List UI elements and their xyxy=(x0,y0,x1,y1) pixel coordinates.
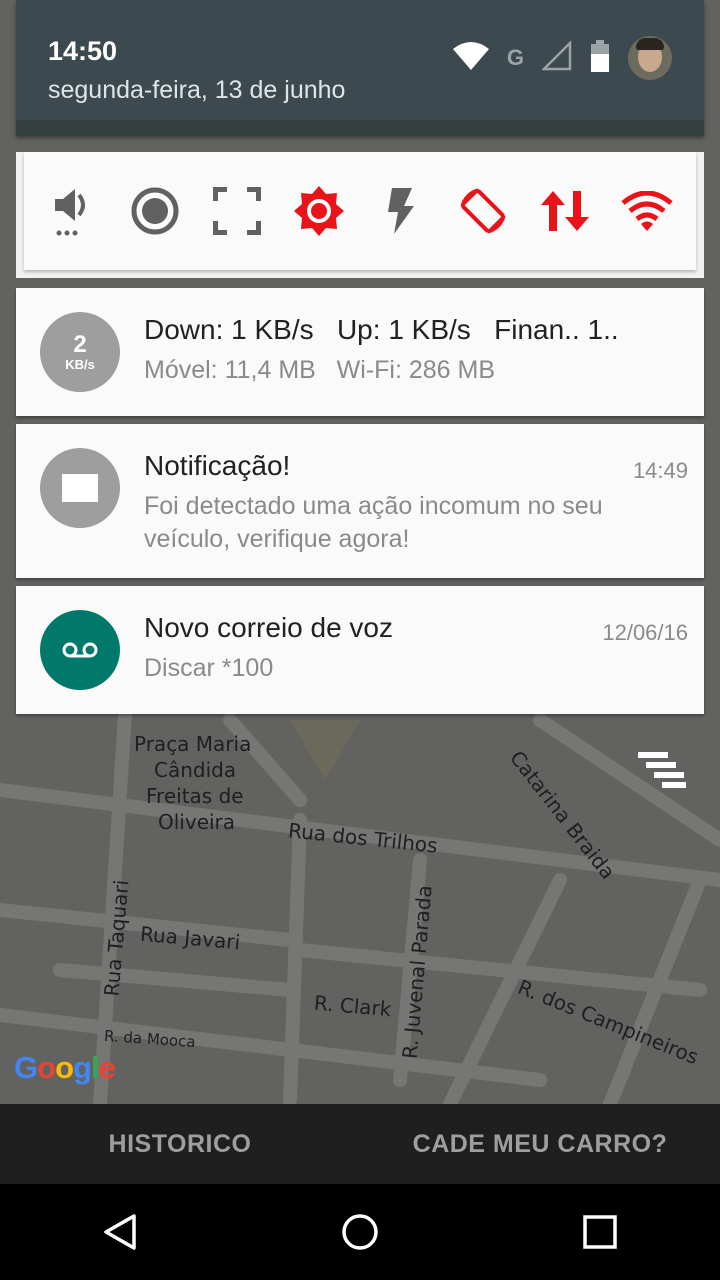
back-icon[interactable] xyxy=(80,1192,160,1272)
user-avatar[interactable] xyxy=(628,36,672,80)
speed-value: 2 xyxy=(73,330,87,358)
speed-text: Móvel: 11,4 MB Wi-Fi: 286 MB xyxy=(144,356,496,384)
notification-speed[interactable]: 2 KB/s Down: 1 KB/s Up: 1 KB/s Finan.. 1… xyxy=(16,288,704,416)
volume-icon[interactable] xyxy=(45,183,101,239)
rotate-icon[interactable] xyxy=(455,183,511,239)
battery-icon xyxy=(590,39,610,77)
google-logo: Google xyxy=(14,1050,116,1085)
record-icon[interactable] xyxy=(127,183,183,239)
notification-alert[interactable]: Notificação! 14:49 Foi detectado uma açã… xyxy=(16,424,704,578)
speed-title: Down: 1 KB/s Up: 1 KB/s Finan.. 1.. xyxy=(144,314,619,345)
system-navigation-bar xyxy=(0,1184,720,1280)
flash-icon[interactable] xyxy=(373,183,429,239)
map-label: Cândida xyxy=(154,758,237,782)
quick-settings-row xyxy=(24,152,696,270)
status-icons: G xyxy=(452,36,672,80)
voicemail-icon xyxy=(40,610,120,690)
header-strip xyxy=(16,120,704,136)
alert-line2: veículo, verifique agora! xyxy=(144,525,410,553)
signal-icon xyxy=(540,39,572,76)
date-label[interactable]: segunda-feira, 13 de junho xyxy=(48,76,345,105)
alert-title: Notificação! xyxy=(144,450,291,481)
home-icon[interactable] xyxy=(320,1192,400,1272)
speed-unit: KB/s xyxy=(65,356,95,372)
map-label: Freitas de xyxy=(146,784,244,808)
network-type-label: G xyxy=(506,45,524,70)
data-transfer-icon[interactable] xyxy=(537,183,593,239)
app-bottom-bar: HISTORICO CADE MEU CARRO? xyxy=(0,1104,720,1184)
voicemail-text: Discar *100 xyxy=(144,654,274,682)
speed-icon: 2 KB/s xyxy=(40,312,120,392)
recents-icon[interactable] xyxy=(560,1192,640,1272)
cade-meu-carro-button[interactable]: CADE MEU CARRO? xyxy=(360,1104,720,1184)
voicemail-time: 12/06/16 xyxy=(602,620,688,645)
message-icon xyxy=(40,448,120,528)
brightness-icon[interactable] xyxy=(291,183,347,239)
alert-line1: Foi detectado uma ação incomum no seu xyxy=(144,492,603,520)
wifi-status-icon xyxy=(452,41,489,76)
fullscreen-icon[interactable] xyxy=(209,183,265,239)
map-label: Oliveira xyxy=(158,810,236,834)
layers-menu-icon[interactable] xyxy=(638,752,686,788)
map-label: Praça Maria xyxy=(134,732,252,756)
notification-voicemail[interactable]: Novo correio de voz 12/06/16 Discar *100 xyxy=(16,586,704,714)
clock-time: 14:50 xyxy=(48,36,118,66)
wifi-icon[interactable] xyxy=(619,183,675,239)
alert-time: 14:49 xyxy=(632,458,688,483)
voicemail-title: Novo correio de voz xyxy=(144,612,394,643)
historico-button[interactable]: HISTORICO xyxy=(0,1104,360,1184)
quick-settings-panel xyxy=(16,152,704,278)
notification-shade-header: 14:50 segunda-feira, 13 de junho G xyxy=(16,0,704,136)
